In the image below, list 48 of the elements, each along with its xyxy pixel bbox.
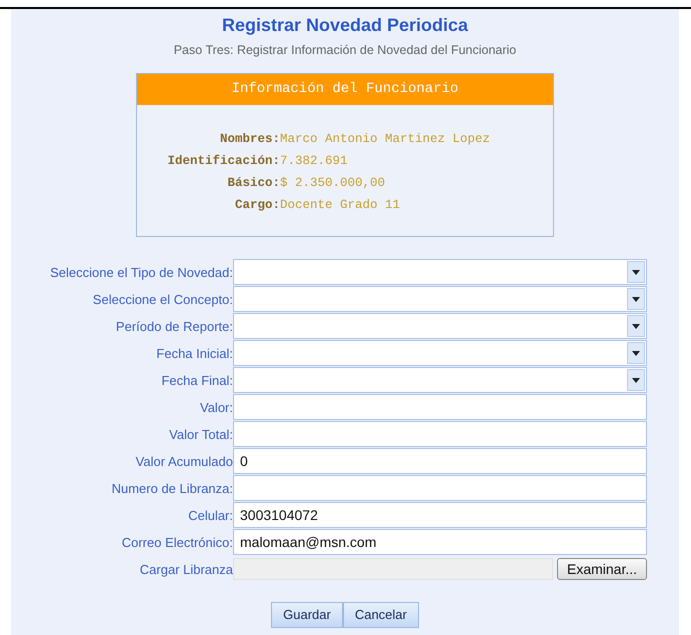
text-field[interactable]: 0 xyxy=(233,448,647,474)
text-field[interactable] xyxy=(233,475,647,502)
field-label: Numero de Libranza: xyxy=(110,480,233,498)
page-subtitle: Paso Tres: Registrar Información de Novedad del Funcionario xyxy=(174,42,516,59)
field-label: Correo Electrónico: xyxy=(120,534,233,552)
caret-down-icon xyxy=(632,270,640,275)
caret-down-icon xyxy=(632,296,640,302)
info-label: Identificación: xyxy=(166,152,280,170)
dropdown-field[interactable] xyxy=(233,259,647,286)
dropdown-arrow-button[interactable] xyxy=(627,369,645,392)
info-value: $ 2.350.000,00 xyxy=(280,174,386,192)
field-label: Valor Total: xyxy=(168,426,233,444)
dropdown-arrow-button[interactable] xyxy=(627,342,645,364)
field-label: Seleccione el Concepto: xyxy=(92,290,233,309)
dropdown-field[interactable] xyxy=(233,286,647,312)
info-value: Docente Grado 11 xyxy=(280,196,400,214)
caret-down-icon xyxy=(632,378,640,383)
dropdown-arrow-button[interactable] xyxy=(627,288,645,310)
browse-button[interactable]: Examinar... xyxy=(557,558,647,580)
field-label: Fecha Inicial: xyxy=(155,344,233,362)
dropdown-arrow-button[interactable] xyxy=(627,261,645,284)
info-label: Básico: xyxy=(226,174,280,192)
text-field[interactable]: malomaan@msn.com xyxy=(233,529,647,556)
file-path-field[interactable] xyxy=(233,558,553,580)
info-label: Cargo: xyxy=(234,196,280,214)
dropdown-field[interactable] xyxy=(233,313,647,340)
text-field[interactable] xyxy=(233,394,647,420)
text-field[interactable]: 3003104072 xyxy=(233,502,647,528)
field-label: Valor Acumulado xyxy=(134,452,233,470)
info-value: 7.382.691 xyxy=(280,152,348,170)
caret-down-icon xyxy=(632,350,640,356)
field-label: Celular: xyxy=(187,506,233,524)
field-label: Seleccione el Tipo de Novedad: xyxy=(49,264,233,282)
dropdown-field[interactable] xyxy=(233,367,647,394)
field-label: Cargar Libranza xyxy=(138,560,233,579)
field-label: Fecha Final: xyxy=(160,372,233,390)
caret-down-icon xyxy=(632,324,640,329)
dropdown-field[interactable] xyxy=(233,340,647,366)
info-card-header: Información del Funcionario xyxy=(137,74,553,105)
form-button[interactable]: Guardar xyxy=(271,602,343,628)
text-field[interactable] xyxy=(233,421,647,448)
field-label: Período de Reporte: xyxy=(114,318,233,336)
form-button[interactable]: Cancelar xyxy=(342,602,419,628)
page-title: Registrar Novedad Periodica xyxy=(222,14,468,37)
info-label: Nombres: xyxy=(218,130,280,148)
dropdown-arrow-button[interactable] xyxy=(627,315,645,338)
field-label: Valor: xyxy=(199,398,233,416)
info-value: Marco Antonio Martinez Lopez xyxy=(280,130,490,148)
